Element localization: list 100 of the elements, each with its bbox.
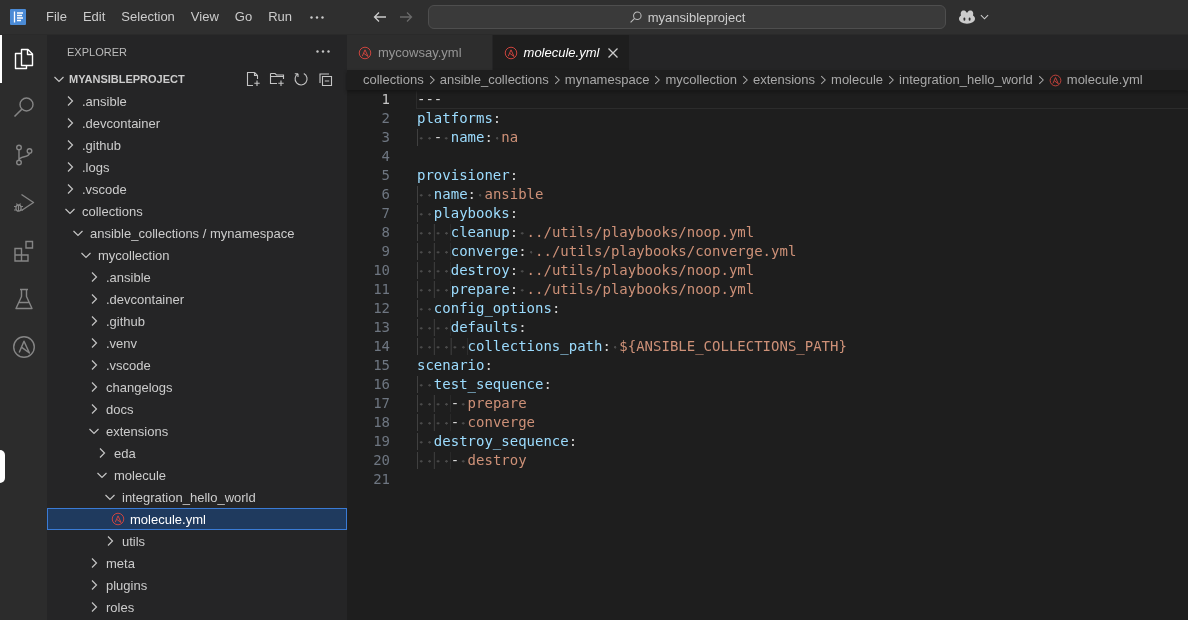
menu-item[interactable]: Run [260,4,300,30]
tree-item[interactable]: molecule [47,464,347,486]
line-number: 19 [372,432,391,451]
tree-item[interactable]: changelogs [47,376,347,398]
app-logo-icon [10,9,26,25]
arrow-right-icon [398,9,414,25]
tree-item[interactable]: molecule.yml [47,508,347,530]
a-logo-file-icon [503,45,518,60]
tree-item[interactable]: plugins [47,574,347,596]
code-line: name: ansible [417,186,544,203]
menu-item[interactable]: Edit [74,4,114,30]
sidebar-title: EXPLORER [67,45,127,58]
code-line: test_sequence: [417,376,552,393]
breadcrumb-item[interactable]: mynamespace [564,71,650,89]
refresh-icon [293,71,309,87]
tree-item[interactable]: .venv [47,332,347,354]
search-icon [628,10,643,24]
new-folder-icon [269,71,285,87]
tree-item[interactable]: meta [47,552,347,574]
code-line: destroy_sequence: [417,433,578,450]
line-number: 2 [380,109,391,128]
a-logo-file-icon [111,512,125,526]
code-line: - converge [417,414,536,431]
menu-item[interactable]: Selection [113,4,183,30]
breadcrumb-item[interactable]: extensions [752,71,816,89]
search-icon [11,95,36,119]
code-line: cleanup: ../utils/playbooks/noop.yml [417,224,755,241]
tree-item[interactable]: .vscode [47,178,347,200]
play-bug-icon [11,191,36,215]
line-number: 18 [372,413,391,432]
chevron-down-icon [980,14,989,20]
code-line: defaults: [417,319,527,336]
more-icon [310,15,324,19]
line-number: 14 [372,337,391,356]
line-number: 1 [380,90,391,109]
robot-face-icon [958,9,976,25]
tree-item[interactable]: .ansible [47,90,347,112]
tree-item[interactable]: ansible_collections / mynamespace [47,222,347,244]
tree-item[interactable]: .devcontainer [47,288,347,310]
line-number: 21 [372,470,391,489]
line-number: 11 [372,280,391,299]
menu-item[interactable]: View [182,4,227,30]
section-header[interactable]: MYANSIBLEPROJECT [47,68,185,90]
arrow-left-icon [372,9,388,25]
code-line: scenario: [417,357,493,374]
menu-item[interactable]: Go [226,4,261,30]
code-line: prepare: ../utils/playbooks/noop.yml [417,281,755,298]
blocks-icon [11,239,36,263]
code-line: - prepare [417,395,527,412]
code-line: collections_path: ${ANSIBLE_COLLECTIONS_PATH} [417,338,847,355]
tree-item[interactable]: .github [47,310,347,332]
line-number: 20 [372,451,391,470]
code-line: destroy: ../utils/playbooks/noop.yml [417,262,755,279]
code-line: config_options: [417,300,561,317]
tree-item[interactable]: roles [47,596,347,618]
a-logo-file-icon [358,45,372,60]
a-logo-file-icon [1048,73,1062,87]
menu-item[interactable]: File [38,4,75,30]
line-number: 15 [372,356,391,375]
line-number: 16 [372,375,391,394]
line-number: 7 [380,204,391,223]
tab[interactable]: mycowsay.yml [347,35,493,70]
line-number: 4 [380,147,391,166]
line-number: 9 [380,242,391,261]
line-number: 10 [372,261,391,280]
tree-item[interactable]: extensions [47,420,347,442]
tree-item[interactable]: eda [47,442,347,464]
code-line: converge: ../utils/playbooks/converge.yml [417,243,797,260]
tree-item[interactable]: collections [47,200,347,222]
breadcrumb-item[interactable]: molecule.yml [1048,71,1143,89]
breadcrumb-item[interactable]: integration_hello_world [899,71,1033,89]
code-line: --- [417,91,443,108]
breadcrumb-item[interactable]: mycollection [665,71,737,89]
breadcrumb-item[interactable]: collections [363,71,424,89]
a-logo-icon [11,335,36,359]
tree-item[interactable]: .devcontainer [47,112,347,134]
code-line: platforms: [417,110,502,127]
code-line: playbooks: [417,205,519,222]
tab[interactable]: molecule.yml [492,35,631,70]
more-icon [316,50,330,53]
tree-item[interactable]: .vscode [47,354,347,376]
tree-item[interactable]: .github [47,134,347,156]
code-line: - destroy [417,452,527,469]
tree-item[interactable]: integration_hello_world [47,486,347,508]
breadcrumb-item[interactable]: molecule [831,71,884,89]
breadcrumb-item[interactable]: ansible_collections [439,71,549,89]
tree-item[interactable]: mycollection [47,244,347,266]
line-number: 3 [380,128,391,147]
line-number: 8 [380,223,391,242]
tree-item[interactable]: .ansible [47,266,347,288]
command-center[interactable]: myansibleproject [428,5,946,29]
new-file-icon [245,71,261,87]
line-number: 13 [372,318,391,337]
tree-item[interactable]: utils [47,530,347,552]
tree-item[interactable]: docs [47,398,347,420]
collapse-all-icon [317,71,333,87]
code-line: provisioner: [417,167,519,184]
line-number: 5 [380,166,391,185]
tree-item[interactable]: .logs [47,156,347,178]
line-number: 17 [372,394,391,413]
